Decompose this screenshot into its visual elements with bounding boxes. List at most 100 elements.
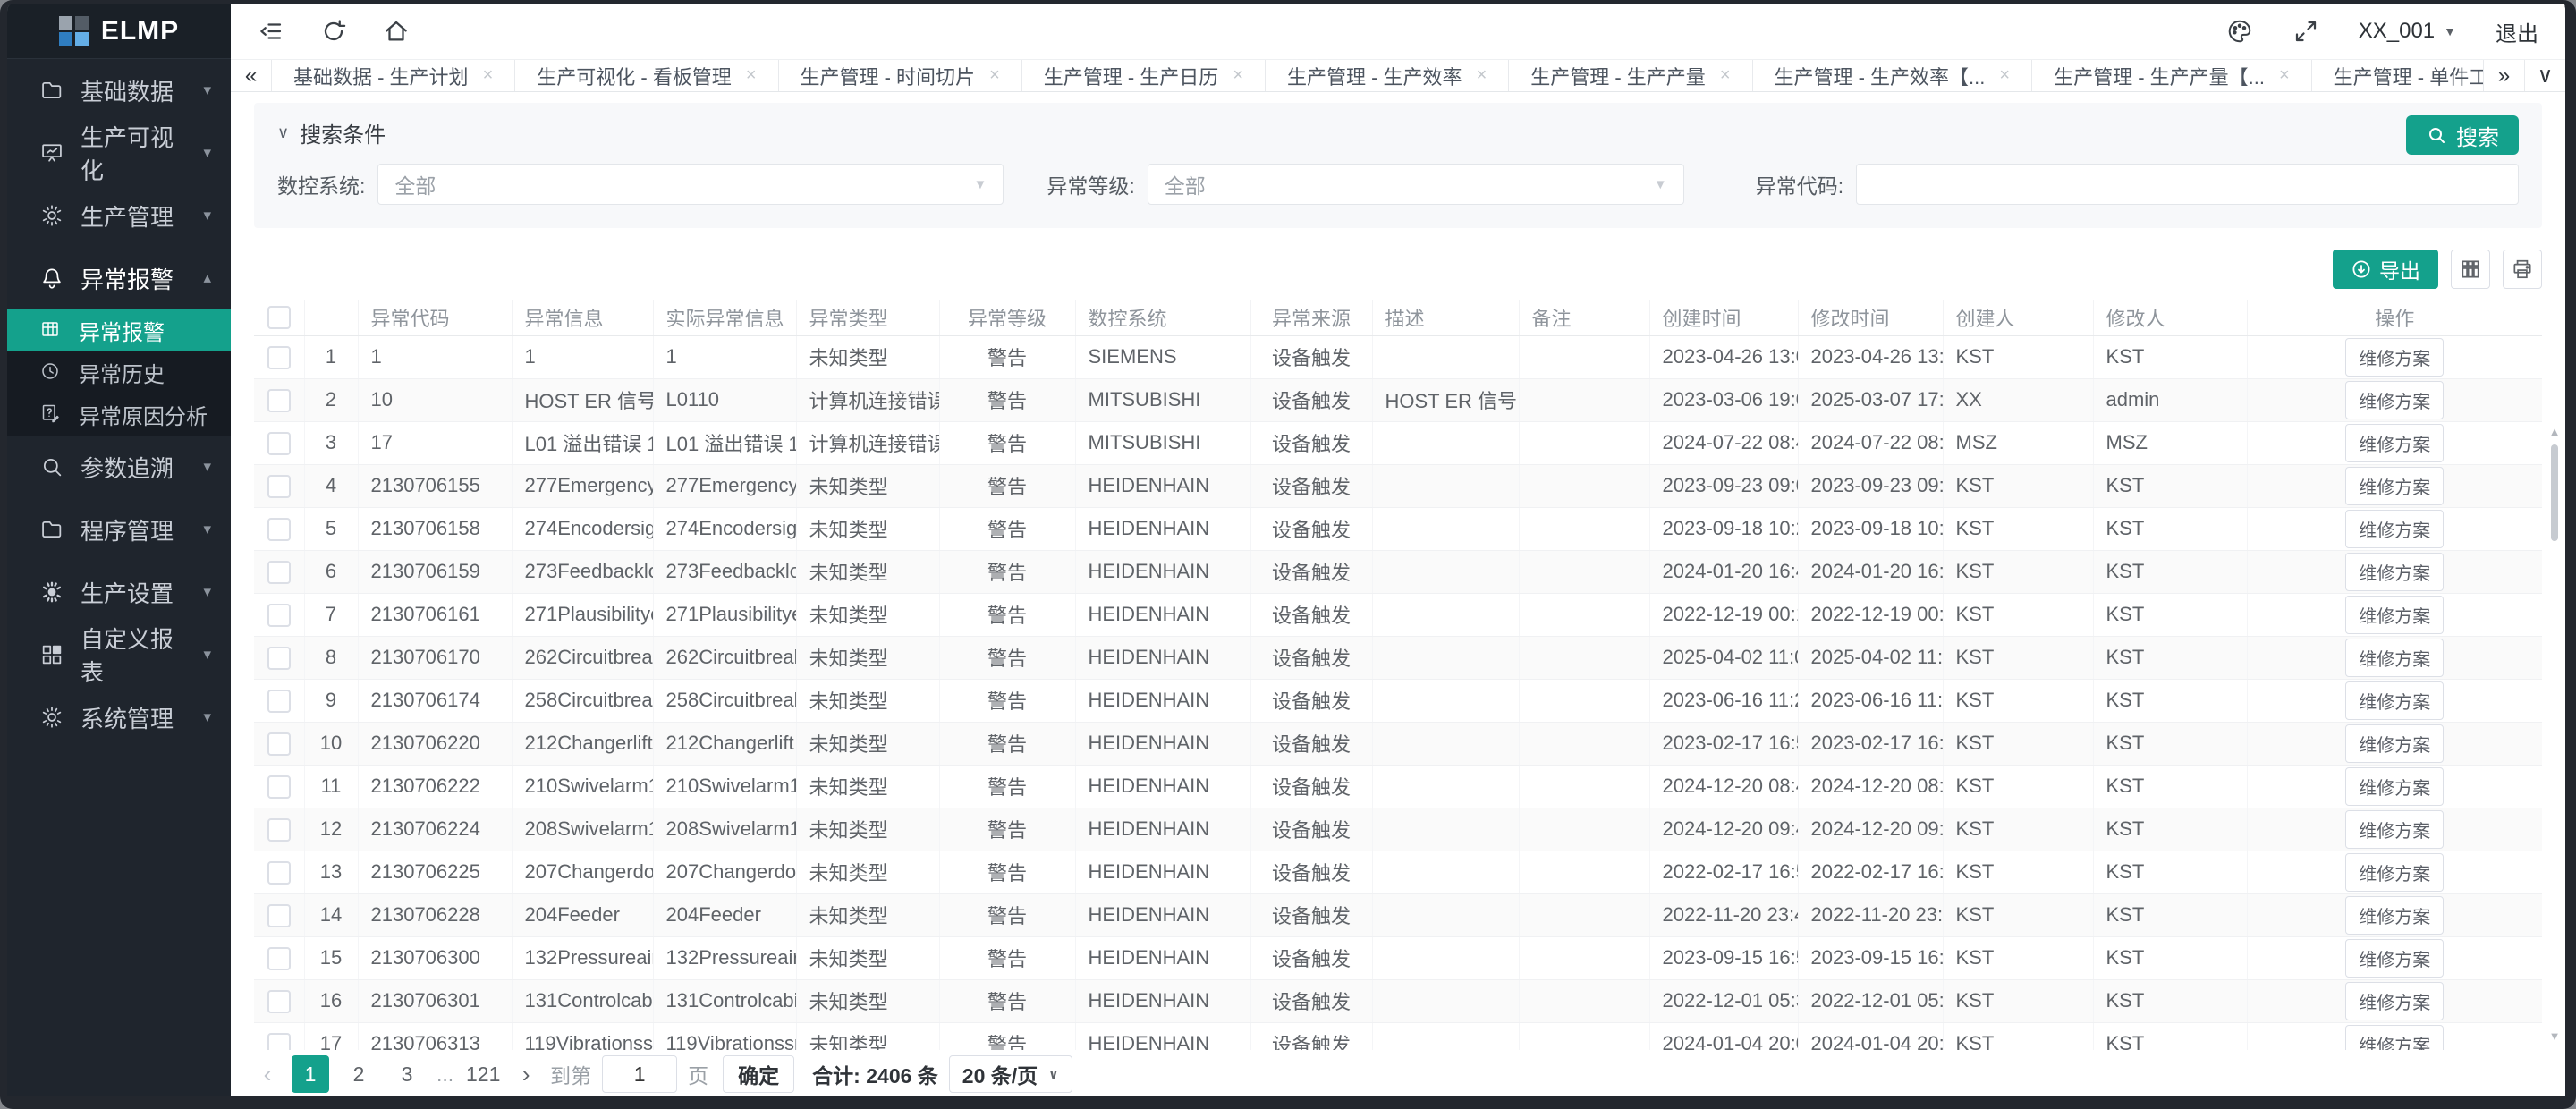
sidebar-item-0[interactable]: 基础数据▾: [7, 59, 231, 122]
tab-2[interactable]: 生产管理 - 时间切片×: [779, 60, 1022, 91]
repair-plan-button[interactable]: 维修方案: [2345, 724, 2444, 763]
repair-plan-button[interactable]: 维修方案: [2345, 810, 2444, 849]
sidebar-item-8[interactable]: 系统管理▾: [7, 686, 231, 749]
sidebar-item-2[interactable]: 生产管理▾: [7, 184, 231, 247]
sidebar-subitem-label: 异常原因分析: [79, 399, 208, 430]
close-icon[interactable]: ×: [989, 65, 1000, 86]
row-checkbox[interactable]: [267, 904, 291, 927]
cell-actual-message: 274Encodersignals: [653, 507, 796, 550]
logout-button[interactable]: 退出: [2496, 16, 2538, 47]
collapse-menu-icon[interactable]: [258, 18, 284, 45]
repair-plan-button[interactable]: 维修方案: [2345, 467, 2444, 505]
export-button[interactable]: 导出: [2333, 250, 2438, 289]
sidebar-item-4[interactable]: 参数追溯▾: [7, 436, 231, 498]
sidebar-subitem-3-1[interactable]: 异常历史: [7, 351, 231, 394]
row-checkbox[interactable]: [267, 861, 291, 885]
sidebar-subitem-3-0[interactable]: 异常报警: [7, 309, 231, 351]
repair-plan-button[interactable]: 维修方案: [2345, 767, 2444, 806]
cell-desc: [1372, 335, 1519, 378]
search-button[interactable]: 搜索: [2406, 115, 2519, 155]
row-checkbox[interactable]: [267, 647, 291, 670]
repair-plan-button[interactable]: 维修方案: [2345, 510, 2444, 548]
repair-plan-button[interactable]: 维修方案: [2345, 896, 2444, 935]
page-button-1[interactable]: 1: [292, 1055, 329, 1093]
page-button-2[interactable]: 2: [340, 1055, 377, 1093]
row-checkbox[interactable]: [267, 604, 291, 627]
tab-5[interactable]: 生产管理 - 生产产量×: [1509, 60, 1752, 91]
repair-plan-button[interactable]: 维修方案: [2345, 939, 2444, 978]
sidebar-item-7[interactable]: 自定义报表▾: [7, 623, 231, 686]
repair-plan-button[interactable]: 维修方案: [2345, 381, 2444, 419]
row-checkbox[interactable]: [267, 346, 291, 369]
repair-plan-button[interactable]: 维修方案: [2345, 639, 2444, 677]
row-checkbox[interactable]: [267, 561, 291, 584]
tabs-scroll-right-button[interactable]: »: [2483, 60, 2524, 91]
close-icon[interactable]: ×: [1720, 65, 1731, 86]
tab-8[interactable]: 生产管理 - 单件工时×: [2312, 60, 2483, 91]
column-settings-button[interactable]: [2451, 250, 2490, 289]
exception-code-input[interactable]: [1856, 164, 2519, 205]
print-button[interactable]: [2503, 250, 2542, 289]
tab-0[interactable]: 基础数据 - 生产计划×: [272, 60, 515, 91]
sidebar-item-1[interactable]: 生产可视化▾: [7, 122, 231, 184]
close-icon[interactable]: ×: [2279, 65, 2290, 86]
goto-confirm-button[interactable]: 确定: [723, 1055, 794, 1093]
page-button-3[interactable]: 3: [388, 1055, 426, 1093]
scroll-down-icon[interactable]: ▼: [2547, 1029, 2562, 1043]
user-menu[interactable]: XX_001 ▼: [2359, 19, 2456, 44]
tabs-scroll-left-button[interactable]: «: [231, 60, 272, 91]
repair-plan-button[interactable]: 维修方案: [2345, 424, 2444, 462]
sidebar-item-6[interactable]: 生产设置▾: [7, 561, 231, 623]
row-checkbox[interactable]: [267, 518, 291, 541]
tabs-list-toggle-button[interactable]: ∨: [2524, 60, 2565, 91]
repair-plan-button[interactable]: 维修方案: [2345, 982, 2444, 1020]
sidebar-item-5[interactable]: 程序管理▾: [7, 498, 231, 561]
row-checkbox[interactable]: [267, 690, 291, 713]
close-icon[interactable]: ×: [1477, 65, 1487, 86]
refresh-icon[interactable]: [320, 18, 347, 45]
repair-plan-button[interactable]: 维修方案: [2345, 553, 2444, 591]
row-checkbox[interactable]: [267, 732, 291, 756]
tab-6[interactable]: 生产管理 - 生产效率【...×: [1753, 60, 2033, 91]
close-icon[interactable]: ×: [1999, 65, 2010, 86]
theme-palette-icon[interactable]: [2226, 18, 2253, 45]
tab-4[interactable]: 生产管理 - 生产效率×: [1266, 60, 1509, 91]
select-all-checkbox[interactable]: [267, 306, 291, 329]
page-size-select[interactable]: 20 条/页 ∨: [949, 1055, 1072, 1093]
repair-plan-button[interactable]: 维修方案: [2345, 853, 2444, 892]
row-checkbox[interactable]: [267, 947, 291, 970]
exception-level-select[interactable]: 全部 ▼: [1148, 164, 1684, 205]
goto-page-input[interactable]: [602, 1055, 677, 1093]
tab-3[interactable]: 生产管理 - 生产日历×: [1022, 60, 1266, 91]
scroll-up-icon[interactable]: ▲: [2547, 425, 2562, 438]
search-panel-header[interactable]: ∨ 搜索条件: [277, 117, 2519, 148]
row-checkbox[interactable]: [267, 432, 291, 455]
prev-page-button[interactable]: ‹: [254, 1061, 281, 1088]
tab-7[interactable]: 生产管理 - 生产产量【...×: [2032, 60, 2312, 91]
row-checkbox[interactable]: [267, 818, 291, 842]
tab-1[interactable]: 生产可视化 - 看板管理×: [515, 60, 778, 91]
row-checkbox[interactable]: [267, 1033, 291, 1050]
scrollbar-thumb[interactable]: [2551, 444, 2558, 541]
close-icon[interactable]: ×: [1233, 65, 1243, 86]
cnc-system-select[interactable]: 全部 ▼: [377, 164, 1004, 205]
row-checkbox[interactable]: [267, 775, 291, 799]
row-checkbox[interactable]: [267, 990, 291, 1013]
repair-plan-button[interactable]: 维修方案: [2345, 596, 2444, 634]
gear-icon: [39, 203, 64, 228]
next-page-button[interactable]: ›: [513, 1061, 539, 1088]
close-icon[interactable]: ×: [483, 65, 494, 86]
row-checkbox[interactable]: [267, 389, 291, 412]
sidebar-item-label: 生产管理: [80, 199, 174, 233]
sidebar-subitem-3-2[interactable]: 异常原因分析: [7, 394, 231, 436]
repair-plan-button[interactable]: 维修方案: [2345, 1025, 2444, 1051]
fullscreen-icon[interactable]: [2292, 18, 2319, 45]
row-checkbox[interactable]: [267, 475, 291, 498]
page-button-121[interactable]: 121: [464, 1055, 502, 1093]
close-icon[interactable]: ×: [746, 65, 757, 86]
repair-plan-button[interactable]: 维修方案: [2345, 681, 2444, 720]
table-scrollbar[interactable]: ▲ ▼: [2547, 425, 2562, 1043]
repair-plan-button[interactable]: 维修方案: [2345, 338, 2444, 377]
sidebar-item-3[interactable]: 异常报警▴: [7, 247, 231, 309]
home-icon[interactable]: [383, 18, 410, 45]
